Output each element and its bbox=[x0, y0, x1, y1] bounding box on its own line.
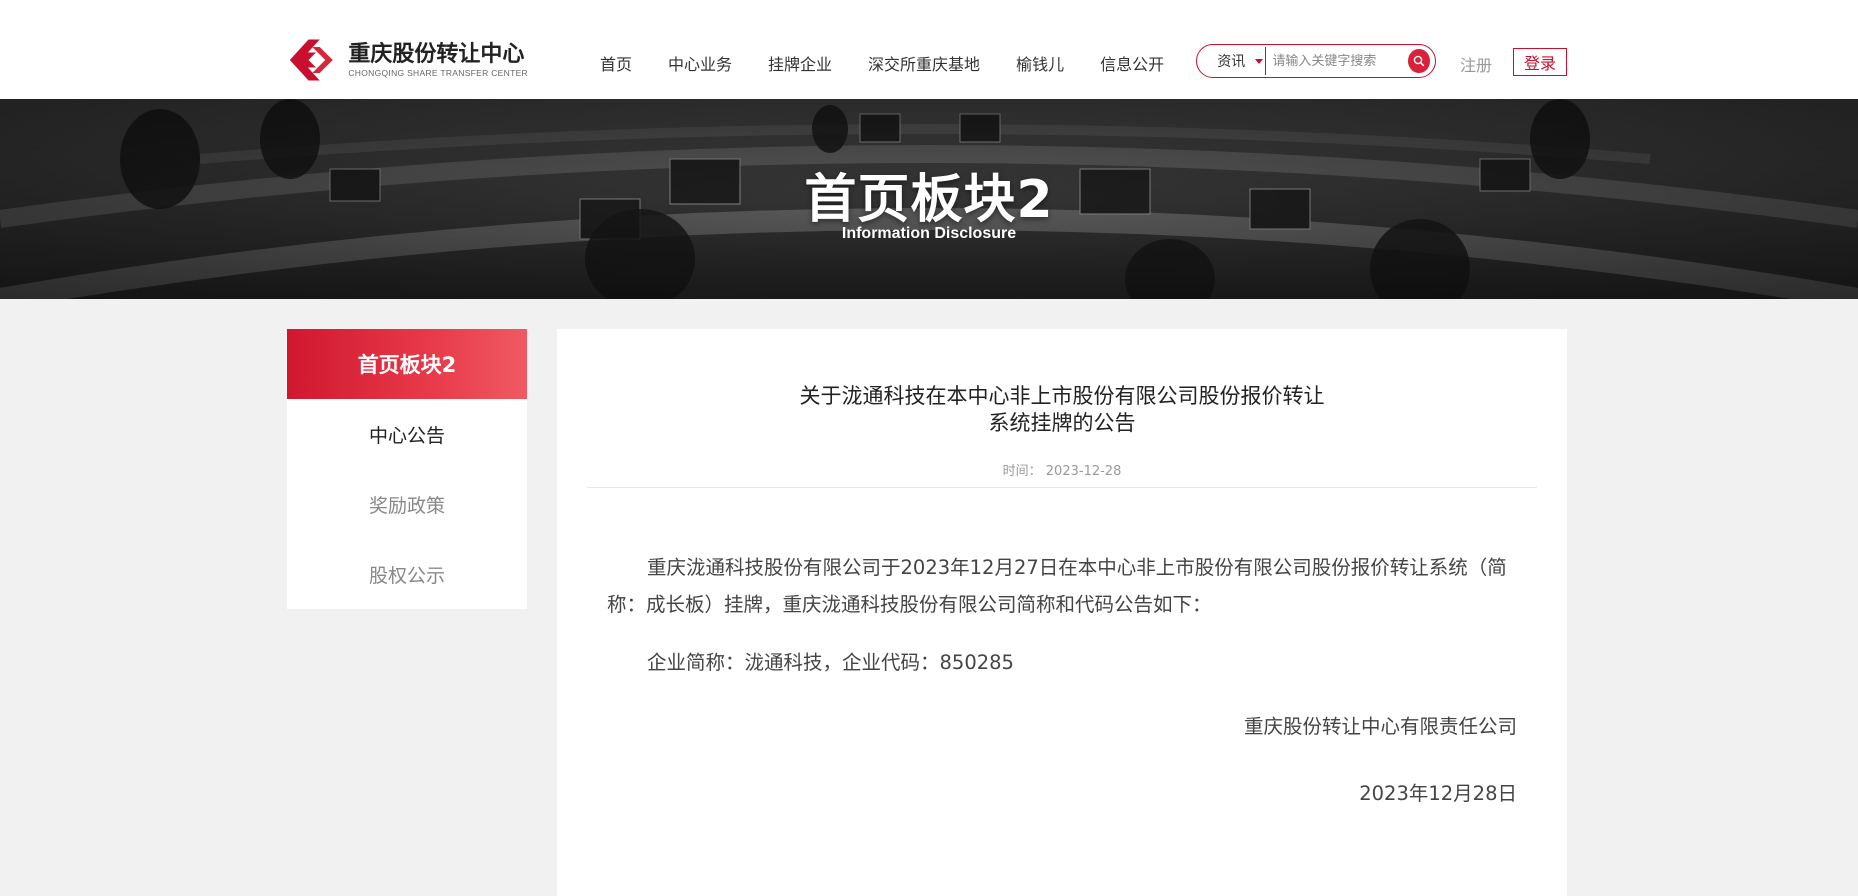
article-date: 时间： 2023-12-28 bbox=[1002, 464, 1122, 479]
register-link[interactable]: 注册 bbox=[1460, 52, 1492, 76]
sidebar: 首页板块2 中心公告 奖励政策 股权公示 bbox=[287, 329, 527, 609]
article-title: 关于泷通科技在本中心非上市股份有限公司股份报价转让 系统挂牌的公告 bbox=[557, 383, 1567, 437]
search-box: 资讯 bbox=[1196, 44, 1436, 78]
site-header: 重庆股份转让中心 CHONGQING SHARE TRANSFER CENTER… bbox=[0, 0, 1858, 99]
article-title-line2: 系统挂牌的公告 bbox=[988, 411, 1136, 435]
banner-subtitle: Information Disclosure bbox=[841, 225, 1017, 242]
sidebar-heading: 首页板块2 bbox=[287, 329, 527, 399]
login-button[interactable]: 登录 bbox=[1513, 48, 1567, 76]
nav-item-home[interactable]: 首页 bbox=[600, 51, 632, 75]
caret-down-icon bbox=[1255, 59, 1264, 64]
sidebar-item-equity-publicity[interactable]: 股权公示 bbox=[287, 539, 527, 609]
article-title-line1: 关于泷通科技在本中心非上市股份有限公司股份报价转让 bbox=[799, 384, 1325, 408]
banner-title: 首页板块2 bbox=[804, 170, 1054, 230]
nav-item-info-disclosure[interactable]: 信息公开 bbox=[1100, 51, 1164, 75]
article-paragraph: 重庆泷通科技股份有限公司于2023年12月27日在本中心非上市股份有限公司股份报… bbox=[607, 556, 1507, 616]
divider bbox=[587, 487, 1537, 488]
article-body: 重庆泷通科技股份有限公司于2023年12月27日在本中心非上市股份有限公司股份报… bbox=[607, 549, 1527, 805]
logo-icon bbox=[289, 39, 333, 81]
article-panel: 关于泷通科技在本中心非上市股份有限公司股份报价转让 系统挂牌的公告 时间： 20… bbox=[557, 329, 1567, 896]
nav-item-center-business[interactable]: 中心业务 bbox=[668, 51, 732, 75]
main-nav: 首页 中心业务 挂牌企业 深交所重庆基地 榆钱儿 信息公开 bbox=[600, 50, 1200, 76]
article-signature: 重庆股份转让中心有限责任公司 bbox=[1243, 715, 1517, 738]
search-category-label: 资讯 bbox=[1217, 54, 1246, 70]
nav-item-szse-chongqing-base[interactable]: 深交所重庆基地 bbox=[868, 51, 980, 75]
search-button[interactable] bbox=[1408, 49, 1430, 73]
search-input[interactable] bbox=[1266, 47, 1409, 75]
search-icon bbox=[1413, 55, 1425, 67]
logo-title: 重庆股份转让中心 bbox=[348, 42, 525, 67]
search-category-select[interactable]: 资讯 bbox=[1197, 45, 1265, 77]
page-banner: 首页板块2 Information Disclosure bbox=[0, 99, 1858, 299]
logo[interactable]: 重庆股份转让中心 CHONGQING SHARE TRANSFER CENTER bbox=[288, 38, 528, 82]
logo-subtitle: CHONGQING SHARE TRANSFER CENTER bbox=[348, 68, 528, 78]
nav-item-yuqianer[interactable]: 榆钱儿 bbox=[1016, 51, 1064, 75]
sidebar-item-incentive-policy[interactable]: 奖励政策 bbox=[287, 469, 527, 539]
article-paragraph: 企业简称：泷通科技，企业代码：850285 bbox=[647, 651, 1014, 674]
sidebar-item-center-announcements[interactable]: 中心公告 bbox=[287, 399, 527, 469]
article-sign-date: 2023年12月28日 bbox=[1359, 782, 1517, 805]
nav-item-listed-companies[interactable]: 挂牌企业 bbox=[768, 51, 832, 75]
